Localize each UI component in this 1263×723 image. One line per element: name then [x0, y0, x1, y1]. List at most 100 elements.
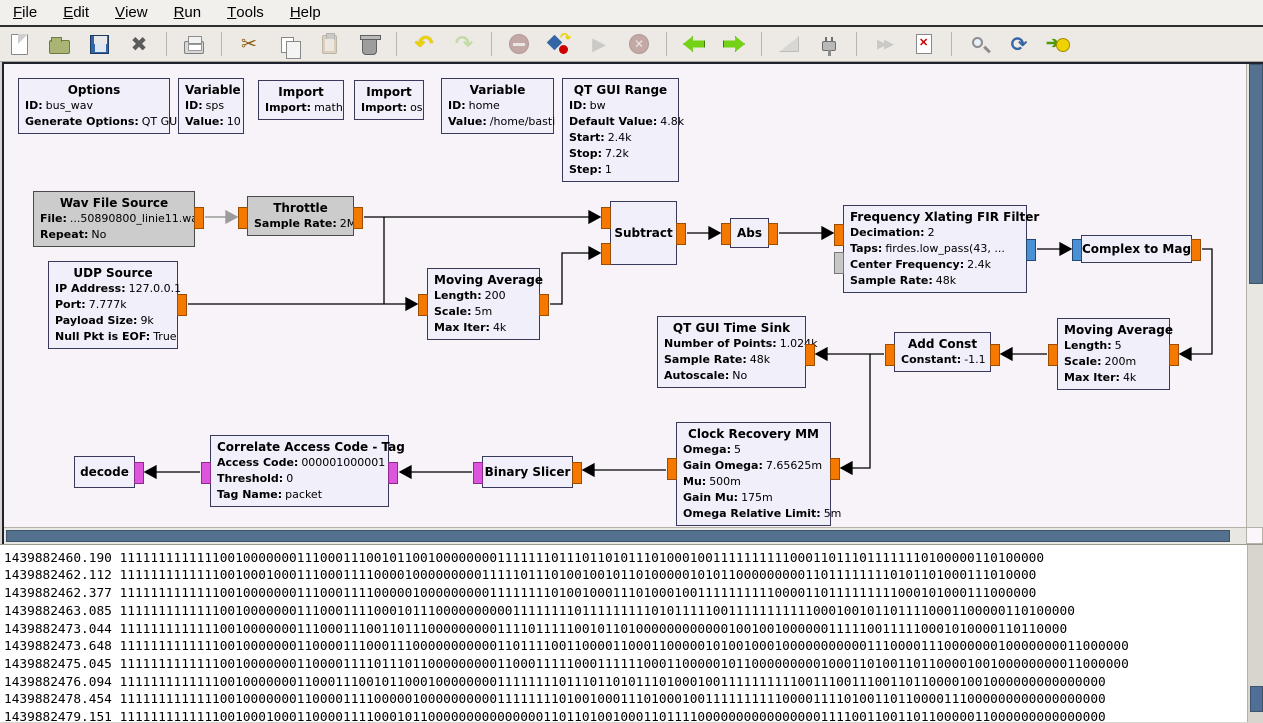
input-port[interactable] — [1072, 239, 1082, 261]
generate-icon: ↷ — [549, 34, 569, 54]
input-port[interactable] — [388, 462, 398, 484]
block-options[interactable]: Options ID:bus_wav Generate Options:QT G… — [18, 78, 170, 134]
menu-tools[interactable]: Tools — [214, 0, 277, 25]
close-button[interactable]: ✖ — [126, 31, 152, 57]
block-correlate-access-code[interactable]: Correlate Access Code - Tag Access Code:… — [210, 435, 389, 507]
find-button[interactable] — [966, 31, 992, 57]
fast-forward-button[interactable]: ▶▶ — [871, 31, 897, 57]
input-port[interactable] — [601, 243, 611, 265]
scrollbar-corner — [1246, 527, 1263, 544]
reload-button[interactable]: ⟳ — [1006, 31, 1032, 57]
block-param: IP Address:127.0.0.1 — [55, 281, 171, 297]
parser-errors-button[interactable] — [1046, 31, 1072, 57]
block-variable-sps[interactable]: Variable ID:sps Value:10 — [178, 78, 244, 134]
block-param: Import:math — [265, 100, 337, 116]
input-port[interactable] — [238, 207, 248, 229]
block-moving-average-1[interactable]: Moving Average Length:200 Scale:5m Max I… — [427, 268, 540, 340]
block-param: Omega:5 — [683, 442, 824, 458]
canvas-vertical-scrollbar[interactable] — [1246, 64, 1263, 527]
hide-disabled-button[interactable] — [776, 31, 802, 57]
output-port[interactable] — [885, 344, 895, 366]
scrollbar-thumb[interactable] — [6, 530, 1230, 542]
output-port[interactable] — [1191, 239, 1201, 261]
flowgraph-canvas[interactable]: Options ID:bus_wav Generate Options:QT G… — [4, 64, 1248, 527]
block-decode[interactable]: decode — [74, 456, 135, 488]
output-port[interactable] — [667, 458, 677, 480]
message-port[interactable] — [834, 252, 844, 274]
block-qt-gui-range[interactable]: QT GUI Range ID:bw Default Value:4.8k St… — [562, 78, 679, 182]
block-freq-xlating-fir-filter[interactable]: Frequency Xlating FIR Filter Decimation:… — [843, 205, 1027, 293]
errors-button[interactable] — [506, 31, 532, 57]
block-import-os[interactable]: Import Import:os — [354, 80, 424, 120]
block-abs[interactable]: Abs — [730, 218, 769, 248]
input-port[interactable] — [134, 462, 144, 484]
search-icon — [972, 37, 983, 48]
redo-button[interactable]: ↷ — [451, 31, 477, 57]
input-port[interactable] — [572, 462, 582, 484]
block-complex-to-mag[interactable]: Complex to Mag — [1081, 235, 1192, 263]
back-button[interactable] — [681, 31, 707, 57]
flowgraph-errors-button[interactable] — [911, 31, 937, 57]
block-moving-average-2[interactable]: Moving Average Length:5 Scale:200m Max I… — [1057, 318, 1170, 390]
canvas-horizontal-scrollbar[interactable] — [4, 527, 1248, 544]
input-port[interactable] — [601, 207, 611, 229]
input-port[interactable] — [830, 458, 840, 480]
block-throttle[interactable]: Throttle Sample Rate:2M — [247, 196, 354, 236]
input-port[interactable] — [1169, 344, 1179, 366]
forward-button[interactable] — [721, 31, 747, 57]
block-param: Tag Name:packet — [217, 487, 382, 503]
save-button[interactable] — [86, 31, 112, 57]
output-port[interactable] — [473, 462, 483, 484]
output-port[interactable] — [539, 294, 549, 316]
output-port[interactable] — [201, 462, 211, 484]
connection-button[interactable] — [816, 31, 842, 57]
block-binary-slicer[interactable]: Binary Slicer — [482, 456, 573, 488]
output-port[interactable] — [194, 207, 204, 229]
console-output: 1439882459.412 1111111111111001000000011… — [4, 544, 1245, 722]
menu-view[interactable]: View — [102, 0, 161, 25]
undo-button[interactable]: ↶ — [411, 31, 437, 57]
print-button[interactable] — [181, 31, 207, 57]
block-wav-file-source[interactable]: Wav File Source File:...50890800_linie11… — [33, 191, 195, 247]
input-port[interactable] — [990, 344, 1000, 366]
scrollbar-thumb[interactable] — [1250, 686, 1263, 712]
output-port[interactable] — [353, 207, 363, 229]
output-port[interactable] — [768, 223, 778, 245]
block-param: Sample Rate:48k — [850, 273, 1020, 289]
cut-button[interactable]: ✂ — [236, 31, 262, 57]
scrollbar-thumb[interactable] — [1249, 64, 1263, 284]
block-import-math[interactable]: Import Import:math — [258, 80, 344, 120]
input-port[interactable] — [418, 294, 428, 316]
input-port[interactable] — [805, 344, 815, 366]
block-title: Frequency Xlating FIR Filter — [850, 209, 1020, 225]
generate-button[interactable]: ↷ — [546, 31, 572, 57]
open-button[interactable] — [46, 31, 72, 57]
block-subtract[interactable]: Subtract — [610, 201, 677, 265]
output-port[interactable] — [1026, 239, 1036, 261]
block-variable-home[interactable]: Variable ID:home Value:/home/basti — [441, 78, 554, 134]
output-port[interactable] — [1048, 344, 1058, 366]
block-title: UDP Source — [55, 265, 171, 281]
block-param: Step:1 — [569, 162, 672, 178]
kill-button[interactable]: ✕ — [626, 31, 652, 57]
menu-run[interactable]: Run — [161, 0, 215, 25]
copy-button[interactable] — [276, 31, 302, 57]
delete-button[interactable] — [356, 31, 382, 57]
output-port[interactable] — [676, 223, 686, 245]
menu-file[interactable]: File — [0, 0, 50, 25]
menu-edit[interactable]: Edit — [50, 0, 102, 25]
execute-button[interactable]: ▶ — [586, 31, 612, 57]
block-clock-recovery-mm[interactable]: Clock Recovery MM Omega:5 Gain Omega:7.6… — [676, 422, 831, 526]
input-port[interactable] — [721, 223, 731, 245]
output-port[interactable] — [177, 294, 187, 316]
block-title: Complex to Mag — [1082, 241, 1191, 257]
block-param: Gain Omega:7.65625m — [683, 458, 824, 474]
block-udp-source[interactable]: UDP Source IP Address:127.0.0.1 Port:7.7… — [48, 261, 178, 349]
menu-help[interactable]: Help — [277, 0, 334, 25]
block-add-const[interactable]: Add Const Constant:-1.1 — [894, 332, 991, 372]
new-button[interactable] — [6, 31, 32, 57]
paste-button[interactable] — [316, 31, 342, 57]
console-scrollbar[interactable] — [1247, 545, 1263, 722]
block-qt-gui-time-sink[interactable]: QT GUI Time Sink Number of Points:1.024k… — [657, 316, 806, 388]
input-port[interactable] — [834, 224, 844, 246]
